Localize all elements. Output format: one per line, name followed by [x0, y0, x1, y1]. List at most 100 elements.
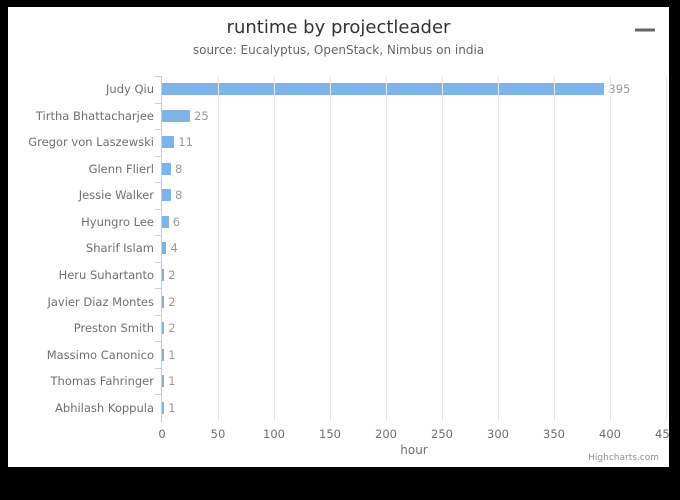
bar[interactable]: [162, 109, 190, 122]
bar[interactable]: [162, 375, 165, 388]
x-gridline: [386, 76, 387, 421]
category-label[interactable]: Glenn Flierl: [8, 156, 154, 183]
bar-value-label: 25: [194, 108, 209, 123]
bar-row: Judy Qiu 395: [106, 76, 666, 103]
highcharts-credit[interactable]: Highcharts.com: [588, 453, 659, 463]
x-axis-tick-label: 200: [375, 427, 397, 441]
category-label-text: Hyungro Lee: [81, 214, 154, 229]
y-axis-tick: [155, 102, 162, 104]
hamburger-menu-icon[interactable]: [635, 19, 659, 41]
bar[interactable]: [162, 136, 175, 149]
x-gridline: [330, 76, 331, 421]
y-axis-tick: [155, 314, 162, 316]
bar-value-label: 2: [168, 268, 176, 283]
bar-row: Massimo Canonico 1: [47, 341, 666, 368]
page-title: runtime by projectleader: [226, 17, 451, 38]
y-axis-tick: [155, 208, 162, 210]
bar-value-label: 2: [168, 294, 176, 309]
category-label[interactable]: Heru Suhartanto: [8, 262, 154, 289]
x-axis-tick-label: 50: [210, 427, 226, 441]
bar[interactable]: [162, 215, 169, 228]
x-gridline: [218, 76, 219, 421]
category-label[interactable]: Gregor von Laszewski: [8, 129, 154, 156]
bar-value-label: 2: [168, 321, 176, 336]
y-axis-tick: [155, 182, 162, 184]
bar[interactable]: [162, 162, 171, 175]
bar-value-label: 1: [168, 347, 176, 362]
category-label[interactable]: Preston Smith: [8, 315, 154, 342]
bar[interactable]: [162, 322, 165, 335]
y-axis-tick: [155, 235, 162, 237]
category-label-text: Gregor von Laszewski: [28, 135, 154, 150]
category-label[interactable]: Massimo Canonico: [8, 341, 154, 368]
y-axis-tick: [155, 129, 162, 131]
category-label-text: Javier Diaz Montes: [47, 294, 154, 309]
chart-canvas: runtime by projectleader source: Eucalyp…: [8, 7, 669, 467]
y-axis-tick: [155, 76, 162, 77]
bar-value-label: 395: [608, 82, 631, 97]
y-axis-tick: [155, 288, 162, 290]
category-label[interactable]: Tirtha Bhattacharjee: [8, 103, 154, 130]
y-axis-tick: [155, 155, 162, 157]
bar-value-label: 4: [170, 241, 178, 256]
category-label[interactable]: Sharif Islam: [8, 235, 154, 262]
x-axis-tick-label: 100: [263, 427, 285, 441]
category-label-text: Tirtha Bhattacharjee: [35, 108, 154, 123]
category-label-text: Glenn Flierl: [88, 161, 154, 176]
chart-frame: runtime by projectleader source: Eucalyp…: [0, 0, 680, 500]
bar[interactable]: [162, 189, 171, 202]
category-label-text: Judy Qiu: [106, 82, 154, 97]
x-gridline: [554, 76, 555, 421]
bar[interactable]: [162, 348, 165, 361]
x-gridline: [666, 76, 667, 421]
category-label[interactable]: Jessie Walker: [8, 182, 154, 209]
y-axis-tick: [155, 367, 162, 369]
bar[interactable]: [162, 295, 165, 308]
category-label-text: Sharif Islam: [85, 241, 154, 256]
x-gridline: [442, 76, 443, 421]
hamburger-line: [635, 28, 655, 32]
category-label-text: Thomas Fahringer: [50, 374, 154, 389]
bar[interactable]: [162, 83, 605, 96]
x-axis-tick-label: 300: [487, 427, 509, 441]
bar-value-label: 11: [178, 135, 193, 150]
bar-row: Sharif Islam 4: [86, 235, 666, 262]
bar-value-label: 6: [172, 214, 181, 229]
y-axis-tick: [155, 261, 162, 263]
bar-row: Hyungro Lee 6: [81, 208, 666, 236]
bar-row: Abhilash Koppula 1: [55, 394, 666, 421]
bar-row: Tirtha Bhattacharjee 25: [36, 102, 666, 130]
bar-row: Jessie Walker 8: [79, 182, 666, 209]
plot-area: Judy Qiu 395 Tirtha Bhattacharjee 25 Gregor …: [28, 76, 667, 421]
bar-row: Heru Suhartanto 2: [59, 261, 666, 289]
x-axis-tick-label: 350: [543, 427, 565, 441]
x-gridline: [498, 76, 499, 421]
category-label-text: Jessie Walker: [78, 188, 154, 203]
bar[interactable]: [162, 401, 165, 414]
bar-value-label: 8: [174, 188, 183, 203]
bar-row: Glenn Flierl 8: [89, 155, 666, 183]
bar-row: Gregor von Laszewski 11: [28, 129, 666, 156]
y-axis-tick: [155, 341, 162, 343]
x-gridline: [610, 76, 611, 421]
x-axis-tick-label: 150: [319, 427, 341, 441]
bar[interactable]: [162, 269, 165, 282]
category-label-text: Massimo Canonico: [46, 347, 154, 362]
bar-value-label: 1: [168, 400, 176, 415]
bar-value-label: 1: [168, 374, 176, 389]
category-label-text: Abhilash Koppula: [55, 400, 154, 415]
category-label[interactable]: Hyungro Lee: [8, 209, 154, 236]
bar-row: Javier Diaz Montes 2: [47, 288, 666, 315]
bar[interactable]: [162, 242, 167, 255]
category-label[interactable]: Abhilash Koppula: [8, 394, 154, 421]
bar-value-label: 8: [174, 161, 183, 176]
x-axis-tick-label: 400: [599, 427, 621, 441]
category-label-text: Preston Smith: [73, 321, 154, 336]
y-axis-tick: [155, 394, 162, 396]
category-label[interactable]: Thomas Fahringer: [8, 368, 154, 395]
category-label[interactable]: Javier Diaz Montes: [8, 288, 154, 315]
bar-row: Preston Smith 2: [74, 314, 666, 342]
x-axis-tick-label: 250: [431, 427, 453, 441]
category-label[interactable]: Judy Qiu: [8, 76, 154, 103]
category-label-text: Heru Suhartanto: [58, 268, 154, 283]
